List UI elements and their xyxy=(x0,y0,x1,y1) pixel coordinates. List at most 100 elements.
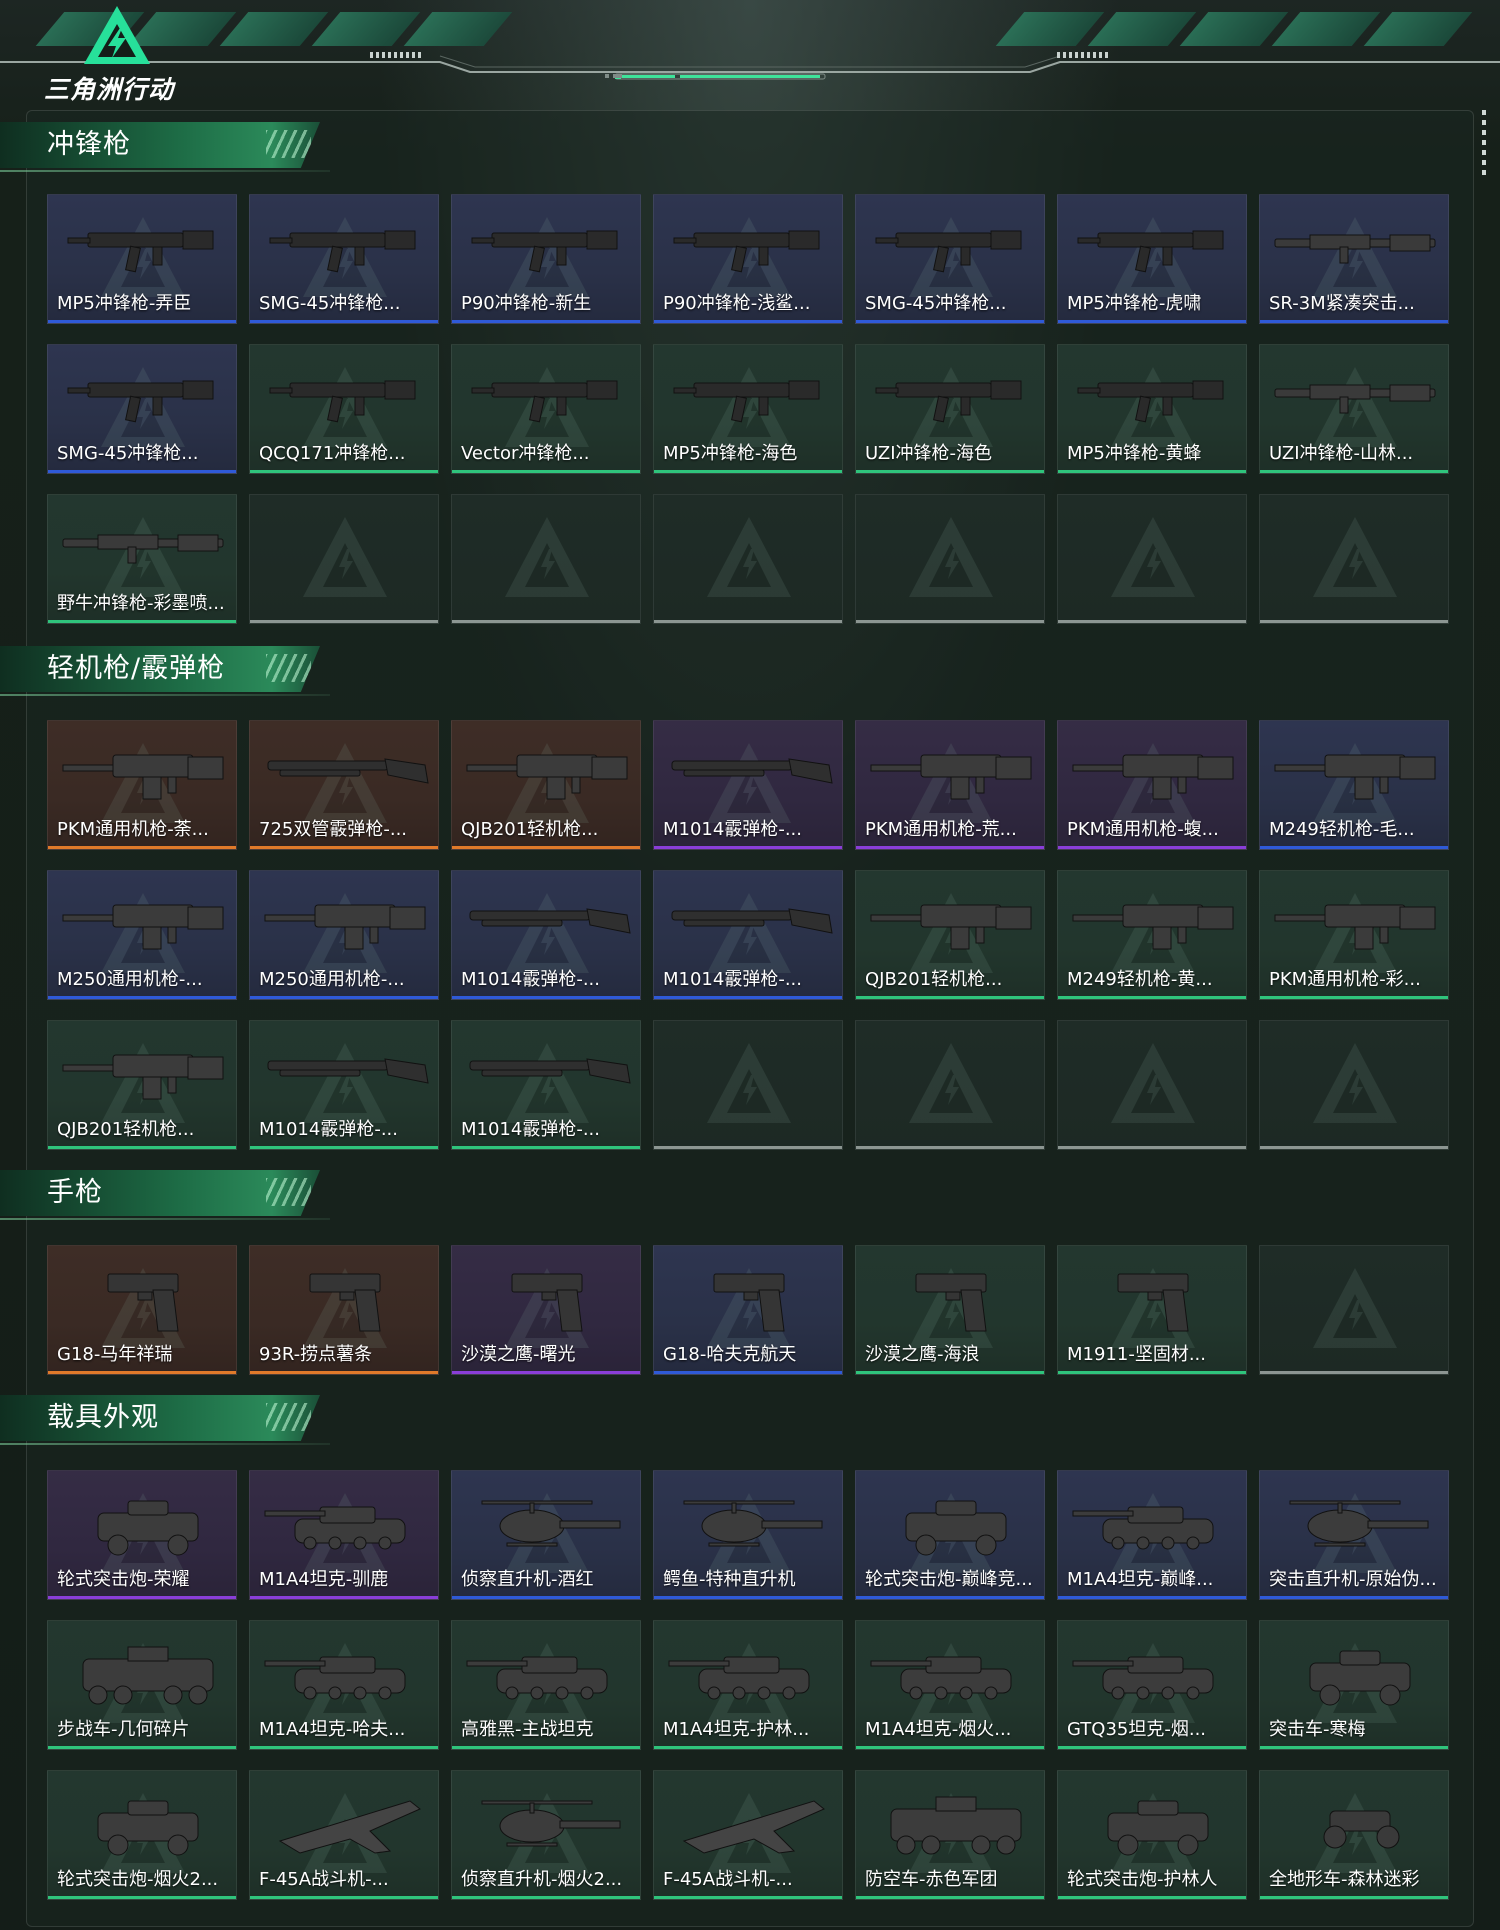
item-card[interactable]: 轮式突击炮-烟火2... xyxy=(47,1770,237,1900)
smg-icon xyxy=(673,230,820,273)
item-card[interactable]: PKM通用机枪-荼... xyxy=(47,720,237,850)
item-card[interactable]: QJB201轻机枪... xyxy=(47,1020,237,1150)
section-title: 冲锋枪 xyxy=(47,129,131,160)
item-card[interactable]: 轮式突击炮-荣耀 xyxy=(47,1470,237,1600)
item-card[interactable]: QJB201轻机枪... xyxy=(451,720,641,850)
item-card[interactable]: M1014霰弹枪-... xyxy=(249,1020,439,1150)
atv-icon xyxy=(1323,1810,1400,1849)
item-card[interactable]: 侦察直升机-酒红 xyxy=(451,1470,641,1600)
item-card[interactable]: MP5冲锋枪-海色 xyxy=(653,344,843,474)
item-card[interactable]: 高雅黑-主战坦克 xyxy=(451,1620,641,1750)
item-label: 725双管霰弹枪-... xyxy=(259,819,408,840)
machine-gun-icon xyxy=(870,904,1032,950)
item-label: M1A4坦克-巅峰... xyxy=(1067,1569,1214,1590)
shotgun-icon xyxy=(267,1058,429,1084)
item-card[interactable]: M1A4坦克-巅峰... xyxy=(1057,1470,1247,1600)
item-label: SMG-45冲锋枪... xyxy=(259,293,401,314)
item-label: M1014霰弹枪-... xyxy=(259,1119,398,1140)
item-card[interactable]: Vector冲锋枪... xyxy=(451,344,641,474)
item-card[interactable]: SMG-45冲锋枪... xyxy=(855,194,1045,324)
item-label: M250通用机枪-... xyxy=(57,969,203,990)
item-label: 轮式突击炮-巅峰竞... xyxy=(865,1569,1033,1590)
item-card[interactable]: 轮式突击炮-巅峰竞... xyxy=(855,1470,1045,1600)
item-card[interactable]: QCQ171冲锋枪... xyxy=(249,344,439,474)
item-card[interactable]: M1A4坦克-驯鹿 xyxy=(249,1470,439,1600)
item-card[interactable]: M1A4坦克-哈夫... xyxy=(249,1620,439,1750)
item-card[interactable]: 93R-捞点薯条 xyxy=(249,1245,439,1375)
item-label: PKM通用机枪-彩... xyxy=(1269,969,1421,990)
empty-slot xyxy=(1259,1245,1449,1375)
item-card[interactable]: F-45A战斗机-... xyxy=(249,1770,439,1900)
item-card[interactable]: M1A4坦克-烟火... xyxy=(855,1620,1045,1750)
section-lmg-shotgun: 轻机枪/霰弹枪 PKM通用机枪-荼... 725双管霰弹枪-... QJB201轻机… xyxy=(0,644,1500,1150)
item-card[interactable]: M1014霰弹枪-... xyxy=(653,720,843,850)
item-card[interactable]: 步战车-几何碎片 xyxy=(47,1620,237,1750)
shotgun-icon xyxy=(671,758,833,784)
item-label: 步战车-几何碎片 xyxy=(57,1719,190,1740)
item-card[interactable]: 全地形车-森林迷彩 xyxy=(1259,1770,1449,1900)
section-smg: 冲锋枪 MP5冲锋枪-弄臣 SMG-45冲锋枪... P90冲锋枪-新生 P90冲锋枪… xyxy=(0,120,1500,624)
empty-slot xyxy=(653,494,843,624)
item-card[interactable]: G18-马年祥瑞 xyxy=(47,1245,237,1375)
item-card[interactable]: 沙漠之鹰-曙光 xyxy=(451,1245,641,1375)
item-card[interactable]: P90冲锋枪-浅鲨... xyxy=(653,194,843,324)
item-card[interactable]: M1A4坦克-护林... xyxy=(653,1620,843,1750)
item-card[interactable]: QJB201轻机枪... xyxy=(855,870,1045,1000)
helicopter-icon xyxy=(1289,1500,1429,1547)
tank-icon xyxy=(264,1506,406,1550)
item-card[interactable]: G18-哈夫克航天 xyxy=(653,1245,843,1375)
item-card[interactable]: SMG-45冲锋枪... xyxy=(249,194,439,324)
item-card[interactable]: 防空车-赤色军团 xyxy=(855,1770,1045,1900)
helicopter-icon xyxy=(481,1800,621,1847)
pistol-icon xyxy=(713,1273,785,1332)
item-card[interactable]: M1911-坚固材... xyxy=(1057,1245,1247,1375)
item-card[interactable]: 轮式突击炮-护林人 xyxy=(1057,1770,1247,1900)
section-title: 轻机枪/霰弹枪 xyxy=(47,653,226,684)
item-card[interactable]: SR-3M紧凑突击... xyxy=(1259,194,1449,324)
item-card[interactable]: PKM通用机枪-荒... xyxy=(855,720,1045,850)
item-card[interactable]: 鳄鱼-特种直升机 xyxy=(653,1470,843,1600)
item-card[interactable]: 沙漠之鹰-海浪 xyxy=(855,1245,1045,1375)
item-label: F-45A战斗机-... xyxy=(259,1869,389,1890)
empty-slot xyxy=(855,494,1045,624)
item-card[interactable]: PKM通用机枪-彩... xyxy=(1259,870,1449,1000)
item-card[interactable]: UZI冲锋枪-山林... xyxy=(1259,344,1449,474)
item-card[interactable]: M250通用机枪-... xyxy=(47,870,237,1000)
item-card[interactable]: MP5冲锋枪-弄臣 xyxy=(47,194,237,324)
item-card[interactable]: 野牛冲锋枪-彩墨喷... xyxy=(47,494,237,624)
smg-icon xyxy=(673,380,820,423)
item-label: 鳄鱼-特种直升机 xyxy=(663,1569,796,1590)
item-label: QCQ171冲锋枪... xyxy=(259,443,406,464)
item-card[interactable]: GTQ35坦克-烟... xyxy=(1057,1620,1247,1750)
item-card[interactable]: M249轻机枪-毛... xyxy=(1259,720,1449,850)
item-label: M249轻机枪-黄... xyxy=(1067,969,1213,990)
item-card[interactable]: 突击直升机-原始伪... xyxy=(1259,1470,1449,1600)
item-card[interactable]: P90冲锋枪-新生 xyxy=(451,194,641,324)
item-card[interactable]: 侦察直升机-烟火2... xyxy=(451,1770,641,1900)
item-label: 高雅黑-主战坦克 xyxy=(461,1719,594,1740)
item-card[interactable]: MP5冲锋枪-黄蜂 xyxy=(1057,344,1247,474)
item-card[interactable]: F-45A战斗机-... xyxy=(653,1770,843,1900)
empty-slot xyxy=(1057,494,1247,624)
item-card[interactable]: 725双管霰弹枪-... xyxy=(249,720,439,850)
item-label: M1014霰弹枪-... xyxy=(663,819,802,840)
item-card[interactable]: M1014霰弹枪-... xyxy=(451,870,641,1000)
armored-car-icon xyxy=(1309,1650,1411,1706)
header-divider xyxy=(0,52,1500,80)
item-label: SMG-45冲锋枪... xyxy=(865,293,1007,314)
smg-icon xyxy=(875,230,1022,273)
pistol-icon xyxy=(1117,1273,1189,1332)
page-header: 三角洲行动 xyxy=(0,0,1500,105)
item-card[interactable]: 突击车-寒梅 xyxy=(1259,1620,1449,1750)
item-card[interactable]: M1014霰弹枪-... xyxy=(451,1020,641,1150)
item-label: G18-马年祥瑞 xyxy=(57,1344,173,1365)
item-card[interactable]: M250通用机枪-... xyxy=(249,870,439,1000)
item-card[interactable]: SMG-45冲锋枪... xyxy=(47,344,237,474)
item-card[interactable]: MP5冲锋枪-虎啸 xyxy=(1057,194,1247,324)
smg-icon xyxy=(875,380,1022,423)
item-card[interactable]: UZI冲锋枪-海色 xyxy=(855,344,1045,474)
item-card[interactable]: PKM通用机枪-蝮... xyxy=(1057,720,1247,850)
item-label: 侦察直升机-烟火2... xyxy=(461,1869,623,1890)
item-card[interactable]: M1014霰弹枪-... xyxy=(653,870,843,1000)
item-card[interactable]: M249轻机枪-黄... xyxy=(1057,870,1247,1000)
